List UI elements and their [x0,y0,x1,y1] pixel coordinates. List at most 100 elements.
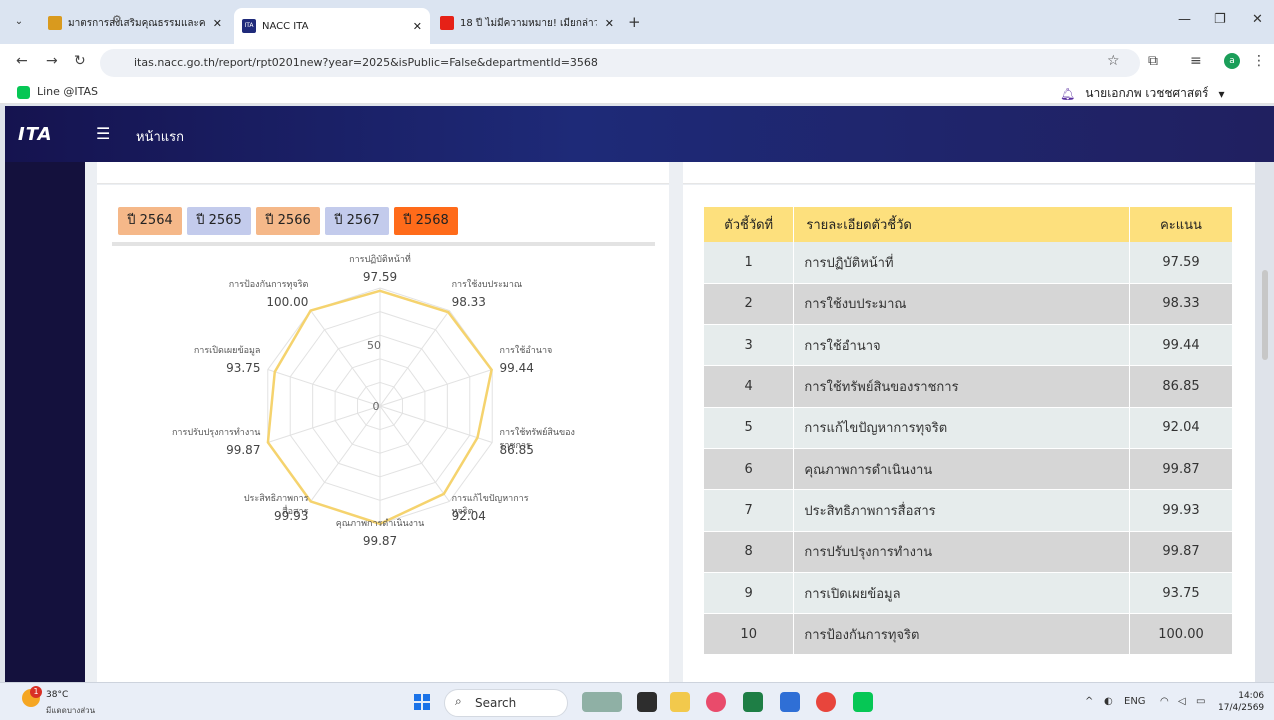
radar-value-label: 99.87 [226,442,261,457]
word-icon[interactable] [780,692,800,712]
tab-search-chevron-icon[interactable]: ⌄ [10,13,28,31]
row-score: 99.93 [1129,489,1233,532]
task-view-icon[interactable] [637,692,657,712]
year-button-2[interactable]: ปี 2565 [187,207,251,235]
table-header-row: ตัวชี้วัดที่ รายละเอียดตัวชี้วัด คะแนน [704,207,1233,242]
url-input[interactable]: itas.nacc.go.th/report/rpt0201new?year=2… [100,49,1140,77]
page-scrollbar[interactable] [1262,270,1268,360]
bell-icon[interactable]: 🔔︎ [1060,87,1075,101]
row-number: 4 [704,365,795,408]
browser-tab-strip: ⌄ มาตรการส่งเสริมคุณธรรมและความโป ✕ ITA … [0,0,1274,44]
row-score: 86.85 [1129,365,1233,408]
reading-list-icon[interactable]: ≡ [1190,53,1202,69]
row-detail: ประสิทธิภาพการสื่อสาร [793,489,1131,532]
close-tab-icon[interactable]: ✕ [605,17,614,30]
wifi-icon[interactable]: ◠ [1160,696,1169,707]
reload-icon[interactable]: ↻ [74,53,86,69]
back-icon[interactable]: ← [16,53,28,69]
site-info-icon[interactable]: ⚙ [112,13,122,26]
browser-tab[interactable]: มาตรการส่งเสริมคุณธรรมและความโป ✕ [40,10,230,36]
year-button-1[interactable]: ปี 2564 [118,207,182,235]
row-number: 2 [704,283,795,326]
row-detail: การแก้ไขปัญหาการทุจริต [793,407,1131,449]
close-window-icon[interactable]: ✕ [1252,12,1263,27]
close-tab-icon[interactable]: ✕ [413,20,422,33]
radar-value-label: 99.93 [274,508,309,523]
indicator-table: ตัวชี้วัดที่ รายละเอียดตัวชี้วัด คะแนน 1… [704,207,1233,656]
user-name[interactable]: นายเอกภพ เวชชศาสตร์ [1085,84,1208,103]
weather-temperature[interactable]: 38°C [46,690,68,700]
row-detail: การใช้อำนาจ [793,324,1131,367]
bookmark-line-itas[interactable]: Line @ITAS [37,85,98,98]
taskbar-search[interactable]: Search [444,689,568,717]
row-number: 10 [704,613,795,656]
table-row: 10 การป้องกันการทุจริต 100.00 [704,613,1233,656]
year-button-4[interactable]: ปี 2567 [325,207,389,235]
restore-icon[interactable]: ❐ [1214,12,1226,27]
radar-axis-label: คุณภาพการดำเนินงาน [335,519,425,529]
card-left-top [97,162,669,184]
radar-axis-label: การเปิดเผยข้อมูล [193,346,261,357]
radar-spoke [310,310,381,407]
table-row: 5 การแก้ไขปัญหาการทุจริต 92.04 [704,407,1233,449]
battery-icon[interactable]: ▭ [1196,696,1205,707]
row-number: 8 [704,531,795,573]
row-number: 9 [704,572,795,615]
close-tab-icon[interactable]: ✕ [213,17,222,30]
table-row: 4 การใช้ทรัพย์สินของราชการ 86.85 [704,365,1233,408]
search-icon: ⌕ [455,694,462,708]
tab-title: NACC ITA [262,20,309,32]
radar-spoke [379,405,493,443]
header-indicator-no: ตัวชี้วัดที่ [704,207,795,242]
radar-value-label: 97.59 [362,270,398,284]
home-link[interactable]: หน้าแรก [136,126,184,147]
profile-avatar[interactable]: a [1224,53,1240,69]
row-detail: การใช้ทรัพย์สินของราชการ [793,365,1131,408]
row-number: 1 [704,242,795,284]
weather-description[interactable]: มีแดดบางส่วน [46,704,95,717]
row-detail: การปรับปรุงการทำงาน [793,531,1131,573]
year-button-5[interactable]: ปี 2568 [394,207,458,235]
line-app-icon[interactable] [853,692,873,712]
ita-logo[interactable]: ITA [18,124,53,145]
extensions-icon[interactable]: ⧉ [1148,53,1158,69]
forward-icon[interactable]: → [46,53,58,69]
language-indicator[interactable]: ENG [1124,696,1146,707]
radar-spoke [267,405,381,443]
volume-icon[interactable]: ◁ [1178,696,1186,707]
radar-spoke [379,405,450,502]
sidebar [5,162,85,682]
row-score: 99.87 [1129,531,1233,573]
tray-chevron-icon[interactable]: ^ [1085,696,1093,707]
minimize-icon[interactable]: — [1178,12,1191,27]
table-row: 9 การเปิดเผยข้อมูล 93.75 [704,572,1233,615]
tab-title: 18 ปี ไม่มีความหมาย! เมียกล่าว [460,17,597,29]
radar-value-label: 99.87 [362,534,398,548]
year-button-3[interactable]: ปี 2566 [256,207,320,235]
row-score: 100.00 [1129,613,1233,656]
new-tab-icon[interactable]: + [628,13,641,31]
site-favicon-icon [48,16,62,30]
caret-down-icon[interactable]: ▾ [1218,87,1224,101]
table-row: 1 การปฏิบัติหน้าที่ 97.59 [704,242,1233,284]
tray-app-icon[interactable]: ◐ [1104,696,1113,707]
line-icon [17,86,30,99]
user-menu[interactable]: 🔔︎ นายเอกภพ เวชชศาสตร์ ▾ [1060,84,1225,103]
chrome-icon[interactable] [816,692,836,712]
app-icon[interactable] [706,692,726,712]
menu-kebab-icon[interactable]: ⋮ [1252,53,1266,69]
clock[interactable]: 14:06 17/4/2569 [1218,690,1264,714]
browser-tab[interactable]: 18 ปี ไม่มีความหมาย! เมียกล่าว ✕ [432,10,622,36]
radar-axis-label: การป้องกันการทุจริต [228,280,309,291]
radar-axis-label: การปรับปรุงการทำงาน [171,427,261,438]
file-explorer-icon[interactable] [670,692,690,712]
windows-start-icon[interactable] [414,694,430,710]
table-row: 6 คุณภาพการดำเนินงาน 99.87 [704,448,1233,491]
app-header [5,106,1274,162]
ita-favicon-icon: ITA [242,19,256,33]
widgets-icon[interactable] [582,692,622,712]
hamburger-menu-icon[interactable]: ☰ [96,124,110,143]
excel-icon[interactable] [743,692,763,712]
bookmark-star-icon[interactable]: ☆ [1107,53,1120,69]
browser-tab-active[interactable]: ITA NACC ITA ✕ [234,8,430,44]
